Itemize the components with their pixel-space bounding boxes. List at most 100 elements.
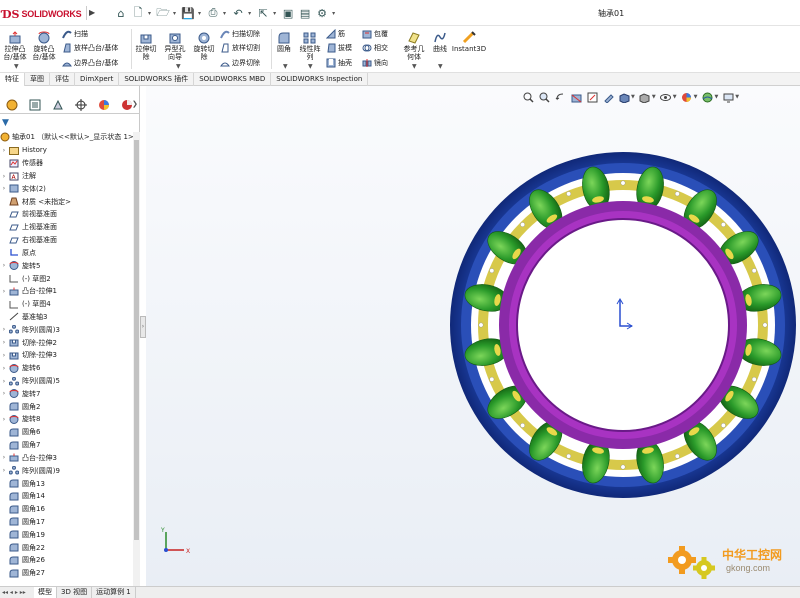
loft-boss-button[interactable]: 放样凸台/基体 <box>62 42 118 54</box>
curves-button[interactable]: 曲线 <box>430 30 450 53</box>
tree-item[interactable]: 圆角7 <box>0 439 134 452</box>
expand-arrow-icon[interactable]: › <box>0 454 8 461</box>
draft-button[interactable]: 拔模 <box>326 42 352 54</box>
dropdown-arrow-icon[interactable]: ▼ <box>438 63 443 70</box>
dropdown-arrow-icon[interactable]: ▾ <box>273 10 276 17</box>
tree-scrollbar[interactable] <box>133 132 140 586</box>
expand-arrow-icon[interactable]: › <box>0 416 8 423</box>
zoom-to-area-icon[interactable] <box>538 91 550 103</box>
revolve-cut-button[interactable]: 旋转切 除 <box>191 30 217 61</box>
dropdown-arrow-icon[interactable]: ▾ <box>148 10 151 17</box>
dropdown-arrow-icon[interactable]: ▼ <box>308 63 313 70</box>
tree-item[interactable]: 圆角14 <box>0 490 134 503</box>
tree-item[interactable]: (-) 草图2 <box>0 272 134 285</box>
expand-arrow-icon[interactable]: › <box>0 352 8 359</box>
expand-arrow-icon[interactable]: › <box>0 390 8 397</box>
undo-icon[interactable]: ↶ <box>231 6 245 20</box>
expand-arrow-icon[interactable]: › <box>0 339 8 346</box>
tree-item[interactable]: › 阵列(圆周)5 <box>0 375 134 388</box>
rib-button[interactable]: 筋 <box>326 28 345 40</box>
tree-item[interactable]: › 凸台-拉伸3 <box>0 452 134 465</box>
dropdown-arrow-icon[interactable]: ▼ <box>714 94 718 100</box>
tree-item[interactable]: › 阵列(圆周)3 <box>0 323 134 336</box>
tree-item[interactable]: › 实体(2) <box>0 182 134 195</box>
sweep-button[interactable]: 扫描 <box>62 28 88 40</box>
zoom-to-fit-icon[interactable] <box>522 91 534 103</box>
dropdown-arrow-icon[interactable]: ▾ <box>223 10 226 17</box>
new-document-icon[interactable]: 🗋 <box>131 6 145 20</box>
tab-nav-arrows-icon[interactable]: ◂◂ ◂ ▸ ▸▸ <box>0 587 34 598</box>
reference-geometry-button[interactable]: 参考几 何体 <box>400 30 428 61</box>
configuration-manager-tab[interactable] <box>46 96 69 114</box>
linear-pattern-button[interactable]: 线性阵 列 <box>297 30 323 61</box>
dropdown-arrow-icon[interactable]: ▼ <box>673 94 677 100</box>
tree-item[interactable]: 圆角22 <box>0 541 134 554</box>
dropdown-arrow-icon[interactable]: ▼ <box>14 63 19 70</box>
bottom-tab[interactable]: 模型 <box>34 587 57 598</box>
command-tab[interactable]: 特征 <box>0 73 25 86</box>
extrude-boss-button[interactable]: 拉伸凸 台/基体 <box>2 30 28 61</box>
command-tab[interactable]: 评估 <box>50 73 75 86</box>
tree-item[interactable]: › A 注解 <box>0 170 134 183</box>
menu-expand-arrow-icon[interactable]: ▶ <box>86 6 96 20</box>
command-tab[interactable]: SOLIDWORKS 插件 <box>119 73 195 86</box>
apply-scene-icon[interactable] <box>701 91 713 103</box>
tree-item[interactable]: 上视基准面 <box>0 221 134 234</box>
command-tab[interactable]: SOLIDWORKS MBD <box>194 73 272 86</box>
expand-arrow-icon[interactable]: › <box>0 365 8 372</box>
dropdown-arrow-icon[interactable]: ▼ <box>283 63 288 70</box>
dropdown-arrow-icon[interactable]: ▼ <box>176 63 181 70</box>
tree-item[interactable]: 右视基准面 <box>0 234 134 247</box>
tree-item[interactable]: › 凸台-拉伸1 <box>0 285 134 298</box>
section-view-icon[interactable] <box>570 91 582 103</box>
expand-arrow-icon[interactable]: › <box>0 467 8 474</box>
panel-tabs-more-icon[interactable]: ❯ <box>132 100 138 108</box>
display-manager-tab[interactable] <box>92 96 115 114</box>
dynamic-annotation-icon[interactable] <box>586 91 598 103</box>
expand-arrow-icon[interactable]: › <box>0 147 8 154</box>
swept-cut-button[interactable]: 扫描切除 <box>220 28 260 40</box>
shell-button[interactable]: 抽壳 <box>326 57 352 69</box>
expand-arrow-icon[interactable]: › <box>0 288 8 295</box>
tree-item[interactable]: 圆角27 <box>0 567 134 580</box>
tree-root[interactable]: 轴承01 （默认<<默认>_显示状态 1>） <box>0 132 141 142</box>
filter-icon[interactable]: ▼ <box>2 118 9 128</box>
command-tab[interactable]: 草图 <box>25 73 50 86</box>
save-icon[interactable]: 💾 <box>181 6 195 20</box>
tree-item[interactable]: 传感器 <box>0 157 134 170</box>
mirror-button[interactable]: 镜向 <box>362 57 388 69</box>
expand-arrow-icon[interactable]: › <box>0 173 8 180</box>
expand-arrow-icon[interactable]: › <box>0 185 8 192</box>
tree-item[interactable]: › 切除-拉伸2 <box>0 336 134 349</box>
tree-item[interactable]: 材质 <未指定> <box>0 195 134 208</box>
boundary-cut-button[interactable]: 边界切除 <box>220 57 260 69</box>
scrollbar-thumb[interactable] <box>134 140 139 540</box>
tree-item[interactable]: › 旋转7 <box>0 387 134 400</box>
draw-mode-icon[interactable] <box>602 91 614 103</box>
expand-arrow-icon[interactable]: › <box>0 262 8 269</box>
solidworks-logo[interactable]: ƊS SOLIDWORKS <box>2 6 82 22</box>
home-icon[interactable]: ⌂ <box>114 6 128 20</box>
property-manager-tab[interactable] <box>23 96 46 114</box>
bearing-model[interactable] <box>446 150 800 500</box>
hole-wizard-button[interactable]: 异型孔 向导 <box>162 30 188 61</box>
view-orientation-icon[interactable] <box>618 91 630 103</box>
tree-item[interactable]: › 旋转5 <box>0 259 134 272</box>
tree-item[interactable]: 前视基准面 <box>0 208 134 221</box>
wrap-button[interactable]: 包覆 <box>362 28 388 40</box>
dropdown-arrow-icon[interactable]: ▼ <box>652 94 656 100</box>
tree-item[interactable]: 圆角16 <box>0 503 134 516</box>
tree-item[interactable]: (-) 草图4 <box>0 298 134 311</box>
expand-arrow-icon[interactable]: › <box>0 326 8 333</box>
open-folder-icon[interactable]: 🗁 <box>156 6 170 20</box>
bottom-tab[interactable]: 运动算例 1 <box>92 587 136 598</box>
edit-appearance-icon[interactable] <box>681 91 693 103</box>
intersect-button[interactable]: 相交 <box>362 42 388 54</box>
dropdown-arrow-icon[interactable]: ▼ <box>412 63 417 70</box>
tree-item[interactable]: 圆角13 <box>0 477 134 490</box>
options-gear-icon[interactable]: ⚙ <box>315 6 329 20</box>
tree-item[interactable]: 基准轴3 <box>0 311 134 324</box>
tree-item[interactable]: › 旋转6 <box>0 362 134 375</box>
hide-show-items-icon[interactable] <box>660 91 672 103</box>
tree-item[interactable]: 原点 <box>0 247 134 260</box>
